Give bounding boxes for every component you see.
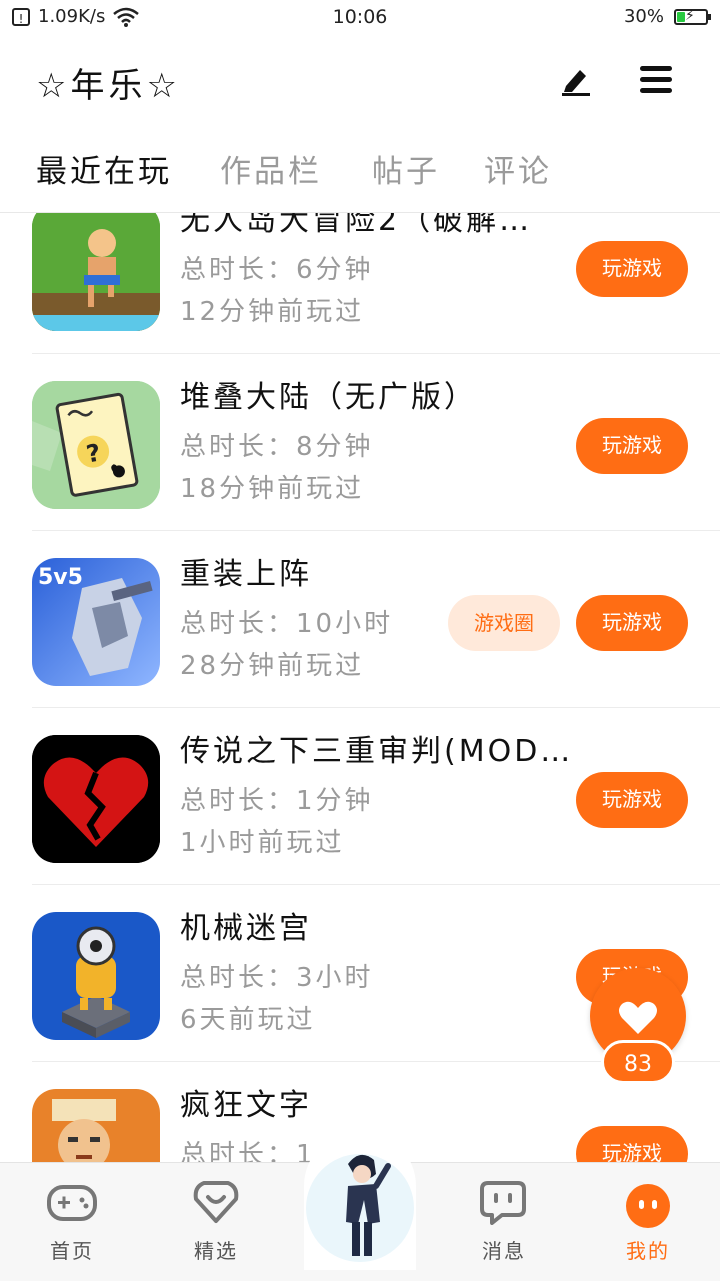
- nav-messages-label: 消息: [482, 1239, 526, 1263]
- clock: 10:06: [332, 6, 388, 28]
- list-item[interactable]: ? 堆叠大陆（无广版） 总时长：8分钟 18分钟前玩过 玩游戏: [0, 354, 720, 531]
- game-duration: 总时长：10小时: [180, 609, 394, 639]
- charging-icon: ⚡: [685, 7, 695, 24]
- game-last-played: 12分钟前玩过: [180, 297, 365, 327]
- list-item[interactable]: 5v5 重装上阵 总时长：10小时 28分钟前玩过 游戏圈 玩游戏: [0, 531, 720, 708]
- battery-fill: [677, 11, 685, 22]
- game-last-played: 28分钟前玩过: [180, 651, 365, 681]
- nav-character-button[interactable]: [304, 1130, 416, 1270]
- game-icon: [32, 213, 160, 331]
- list-item[interactable]: 传说之下三重审判(MOD… 总时长：1分钟 1小时前玩过 玩游戏: [0, 708, 720, 885]
- game-circle-button[interactable]: 游戏圈: [448, 595, 560, 651]
- nav-home[interactable]: 首页: [0, 1163, 144, 1281]
- status-right: 30% ⚡: [623, 6, 711, 27]
- game-icon: [32, 735, 160, 863]
- play-game-button[interactable]: 玩游戏: [576, 1126, 688, 1163]
- heart-shield-icon: [193, 1181, 239, 1223]
- tab-works[interactable]: 作品栏: [220, 146, 322, 191]
- game-name: 机械迷宫: [180, 911, 312, 946]
- game-icon: ?: [32, 381, 160, 509]
- pencil-icon[interactable]: [558, 62, 594, 98]
- game-last-played: 1小时前玩过: [180, 828, 345, 858]
- character-avatar: [306, 1154, 414, 1262]
- nav-me-label: 我的: [626, 1239, 670, 1263]
- nav-me[interactable]: 我的: [576, 1163, 720, 1281]
- favorite-count: 83: [601, 1040, 675, 1084]
- game-last-played: 18分钟前玩过: [180, 474, 365, 504]
- battery-percent: 30%: [623, 6, 664, 27]
- nav-messages[interactable]: 消息: [432, 1163, 576, 1281]
- battery-icon: ⚡: [674, 7, 711, 25]
- nav-featured[interactable]: 精选: [144, 1163, 288, 1281]
- tab-comments[interactable]: 评论: [484, 146, 552, 191]
- profile-tabs: 最近在玩 作品栏 帖子 评论: [0, 140, 720, 213]
- game-duration: 总时长：6分钟: [180, 255, 374, 285]
- game-name: 无人岛大冒险2（破解…: [180, 213, 533, 238]
- chat-bubble-icon: [480, 1181, 526, 1225]
- game-icon: 5v5: [32, 558, 160, 686]
- nav-featured-label: 精选: [194, 1239, 238, 1263]
- play-game-button[interactable]: 玩游戏: [576, 241, 688, 297]
- game-last-played: 6天前玩过: [180, 1005, 316, 1035]
- game-icon: [32, 1089, 160, 1163]
- tab-posts[interactable]: 帖子: [372, 146, 440, 191]
- nav-home-label: 首页: [50, 1239, 94, 1263]
- tab-recent[interactable]: 最近在玩: [36, 146, 172, 191]
- game-icon: [32, 912, 160, 1040]
- game-duration: 总时长：1分钟: [180, 786, 374, 816]
- gamepad-icon: [47, 1185, 97, 1221]
- page-title: ☆年乐☆: [36, 66, 181, 106]
- play-game-button[interactable]: 玩游戏: [576, 772, 688, 828]
- game-name: 传说之下三重审判(MOD…: [180, 734, 574, 769]
- game-name: 疯狂文字: [180, 1088, 312, 1123]
- profile-face-icon: [626, 1184, 670, 1228]
- game-name: 重装上阵: [180, 557, 312, 592]
- game-icon-badge: 5v5: [38, 565, 83, 590]
- game-duration: 总时长：3小时: [180, 963, 374, 993]
- game-name: 堆叠大陆（无广版）: [180, 380, 477, 415]
- play-game-button[interactable]: 玩游戏: [576, 418, 688, 474]
- game-duration: 总时长：1: [180, 1140, 316, 1163]
- play-game-button[interactable]: 玩游戏: [576, 595, 688, 651]
- profile-header: ☆年乐☆: [0, 40, 720, 124]
- status-bar: ! 1.09K/s 10:06 30% ⚡: [0, 0, 720, 36]
- game-duration: 总时长：8分钟: [180, 432, 374, 462]
- list-item[interactable]: 无人岛大冒险2（破解… 总时长：6分钟 12分钟前玩过 玩游戏: [0, 213, 720, 354]
- menu-icon[interactable]: [638, 64, 674, 96]
